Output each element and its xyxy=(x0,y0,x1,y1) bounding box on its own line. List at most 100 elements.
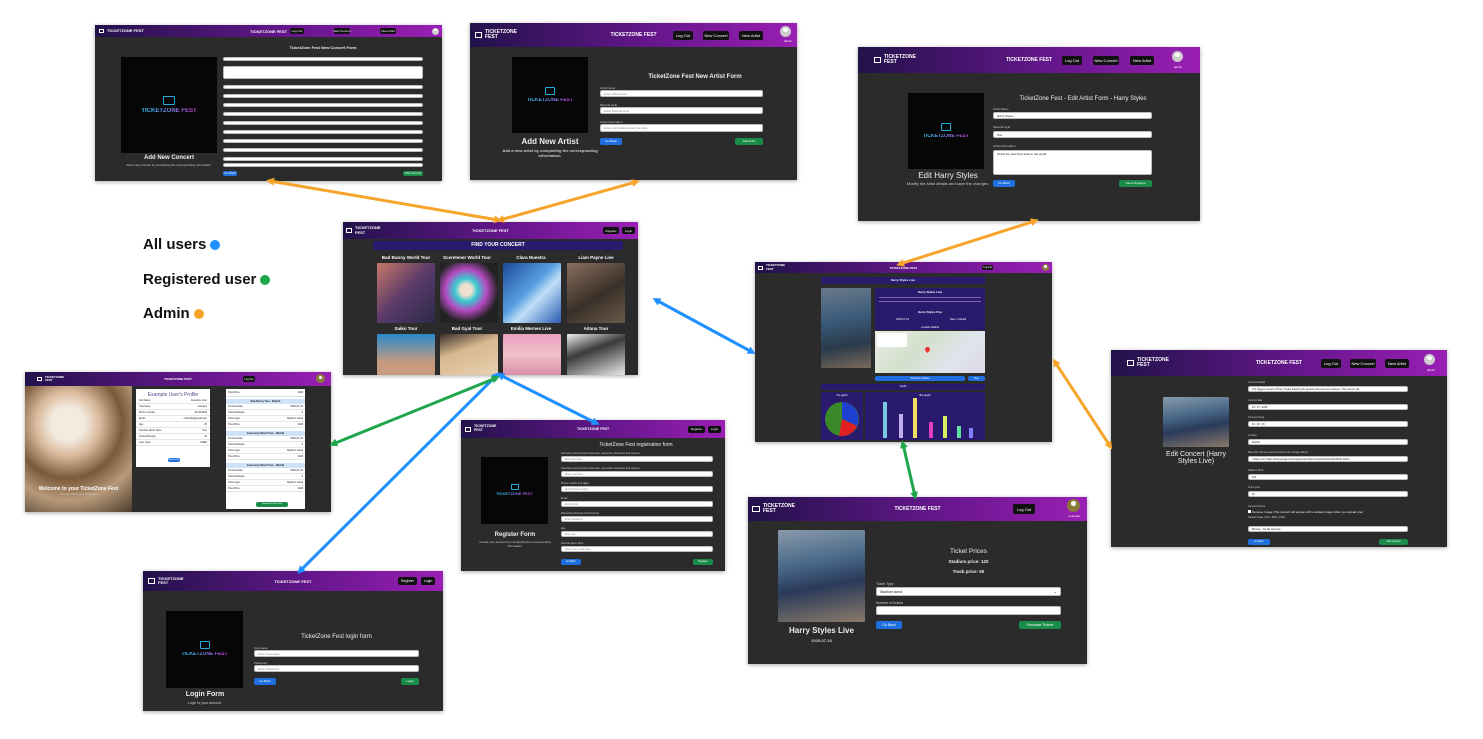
add-artist-button[interactable]: Add Artist xyxy=(735,138,763,145)
user-avatar-icon[interactable] xyxy=(1172,51,1183,62)
purchase-tickets-button[interactable]: Purchase Tickets xyxy=(875,376,965,381)
go-back-button[interactable]: Go Back xyxy=(561,559,581,565)
concert-image[interactable] xyxy=(377,263,435,323)
new-artist-button[interactable]: New Artist xyxy=(380,28,396,34)
concert-field-input[interactable]: 18 / 07 / 2025 xyxy=(1248,403,1408,410)
logout-button[interactable]: Log Out xyxy=(1321,358,1341,368)
register-input[interactable]: Enter Email xyxy=(561,501,713,507)
remove-image-checkbox-row[interactable]: Remove Image (The concert will appear wi… xyxy=(1248,510,1363,514)
logout-button[interactable]: Log Out xyxy=(290,28,304,34)
form-input[interactable] xyxy=(223,157,423,161)
user-avatar-icon[interactable] xyxy=(1067,499,1080,512)
musical-style-input[interactable]: Enter Musical style xyxy=(600,107,763,114)
register-input[interactable]: Enter Phone number xyxy=(561,486,713,492)
concert-card-title[interactable]: Sceretener World Tour xyxy=(437,255,497,260)
user-avatar-icon[interactable] xyxy=(1424,354,1435,365)
save-changes-button[interactable]: Save Changes xyxy=(1119,180,1152,187)
artist-info-textarea[interactable]: Enter information about the artist... xyxy=(600,124,763,132)
purchase-tickets-button[interactable]: Purchase Tickets xyxy=(1019,621,1061,629)
concert-card-title[interactable]: Liam Payne Live xyxy=(566,255,626,260)
user-avatar-icon[interactable] xyxy=(316,374,325,383)
submit-register-button[interactable]: Register xyxy=(693,559,713,565)
concert-card-title[interactable]: Clara Nuestra xyxy=(501,255,561,260)
logout-button[interactable]: Log Out xyxy=(982,265,993,270)
form-textarea[interactable] xyxy=(223,66,423,79)
concert-card-title[interactable]: Aitana Tour xyxy=(566,326,626,331)
concert-card-title[interactable]: Emilia Mernes Live xyxy=(501,326,561,331)
ticket-type-select[interactable]: Stadium stand ⌄ xyxy=(876,587,1061,596)
register-input[interactable]: Enter Username xyxy=(561,471,713,477)
go-back-button[interactable]: Go Back xyxy=(1248,539,1270,545)
musical-style-input[interactable]: Pop xyxy=(993,131,1152,138)
add-concert-button[interactable]: Add Concert xyxy=(1379,539,1408,545)
form-input[interactable] xyxy=(223,103,423,107)
logout-button[interactable]: Log Out xyxy=(243,376,255,382)
password-input[interactable]: Enter Password xyxy=(254,665,419,672)
form-input[interactable] xyxy=(223,139,423,143)
logout-button[interactable]: Log Out xyxy=(1062,55,1082,65)
concert-image[interactable] xyxy=(377,334,435,375)
new-artist-button[interactable]: New Artist xyxy=(1130,55,1154,65)
form-input[interactable] xyxy=(223,148,423,152)
concert-field-input[interactable]: 120 xyxy=(1248,473,1408,480)
buy-button[interactable]: Buy xyxy=(968,376,985,381)
artist-info-textarea[interactable]: Ghost the best Pop artist in the world xyxy=(993,150,1152,175)
artist-name-input[interactable]: Harry Styles xyxy=(993,112,1152,119)
concert-card-title[interactable]: Bad Gyal Tour xyxy=(437,326,497,331)
register-input[interactable]: Select your music style xyxy=(561,546,713,552)
username-input[interactable]: Enter Username xyxy=(254,650,419,657)
artist-name-input[interactable]: Enter Artist name xyxy=(600,90,763,97)
go-back-button[interactable]: Go Back xyxy=(876,621,902,629)
concert-field-input[interactable]: <iframe src="https://www.google.com/maps… xyxy=(1248,456,1408,462)
concert-image[interactable] xyxy=(440,334,498,375)
concert-field-input[interactable]: 19 : 00 : 00 xyxy=(1248,421,1408,427)
concert-image[interactable] xyxy=(503,263,561,323)
register-input[interactable]: Enter age xyxy=(561,531,713,537)
new-artist-button[interactable]: New Artist xyxy=(739,30,763,40)
new-concert-button[interactable]: New Concert xyxy=(703,30,729,40)
register-input[interactable]: Enter full name xyxy=(561,456,713,462)
form-input[interactable] xyxy=(223,121,423,125)
new-concert-button[interactable]: New Concert xyxy=(1093,55,1119,65)
download-tickets-button[interactable]: Download Tickets PDF xyxy=(256,502,288,507)
register-button[interactable]: Register xyxy=(688,425,705,433)
concert-field-input[interactable]: The biggest concert of Harry Styles feat… xyxy=(1248,386,1408,392)
go-back-button[interactable]: Go Back xyxy=(600,138,622,145)
register-button[interactable]: Register xyxy=(603,227,619,234)
concert-image[interactable] xyxy=(567,263,625,323)
register-input[interactable]: Enter Password xyxy=(561,516,713,522)
form-input[interactable] xyxy=(223,85,423,89)
quantity-input[interactable] xyxy=(876,606,1061,615)
checkbox-icon[interactable] xyxy=(1248,510,1251,513)
logout-button[interactable]: Log Out xyxy=(1013,504,1035,514)
edit-profile-button[interactable]: Edit Profile xyxy=(168,458,180,462)
user-avatar-icon[interactable] xyxy=(432,27,439,35)
login-button[interactable]: Login xyxy=(708,425,721,433)
new-concert-button[interactable]: New Concert xyxy=(1350,358,1376,368)
go-back-button[interactable]: Go Back xyxy=(254,678,276,685)
concert-image[interactable] xyxy=(567,334,625,375)
go-back-button[interactable]: Go Back xyxy=(223,171,237,176)
concert-field-input[interactable]: Madrid xyxy=(1248,438,1408,445)
form-input[interactable] xyxy=(223,112,423,116)
add-concert-button[interactable]: Add Concert xyxy=(403,171,423,176)
form-input[interactable] xyxy=(223,57,423,61)
logout-button[interactable]: Log Out xyxy=(673,30,693,40)
concert-field-input[interactable]: 60 xyxy=(1248,491,1408,497)
user-avatar-icon[interactable] xyxy=(780,26,791,37)
login-button[interactable]: Login xyxy=(622,227,635,234)
submit-login-button[interactable]: Login xyxy=(401,678,419,685)
new-concert-button[interactable]: New Concert xyxy=(333,28,351,34)
user-avatar-icon[interactable] xyxy=(1042,264,1049,271)
concert-card-title[interactable]: Saiko Tour xyxy=(376,326,436,331)
go-back-button[interactable]: Go Back xyxy=(993,180,1015,187)
location-map[interactable] xyxy=(875,331,985,373)
file-input[interactable] xyxy=(223,163,423,167)
login-button[interactable]: Login xyxy=(421,577,435,585)
register-button[interactable]: Register xyxy=(398,577,417,585)
form-input[interactable] xyxy=(223,94,423,98)
new-artist-button[interactable]: New Artist xyxy=(1385,358,1409,368)
concert-image[interactable] xyxy=(503,334,561,375)
concert-image[interactable] xyxy=(440,263,498,323)
file-input[interactable]: Browse... No file selected. xyxy=(1248,526,1408,532)
